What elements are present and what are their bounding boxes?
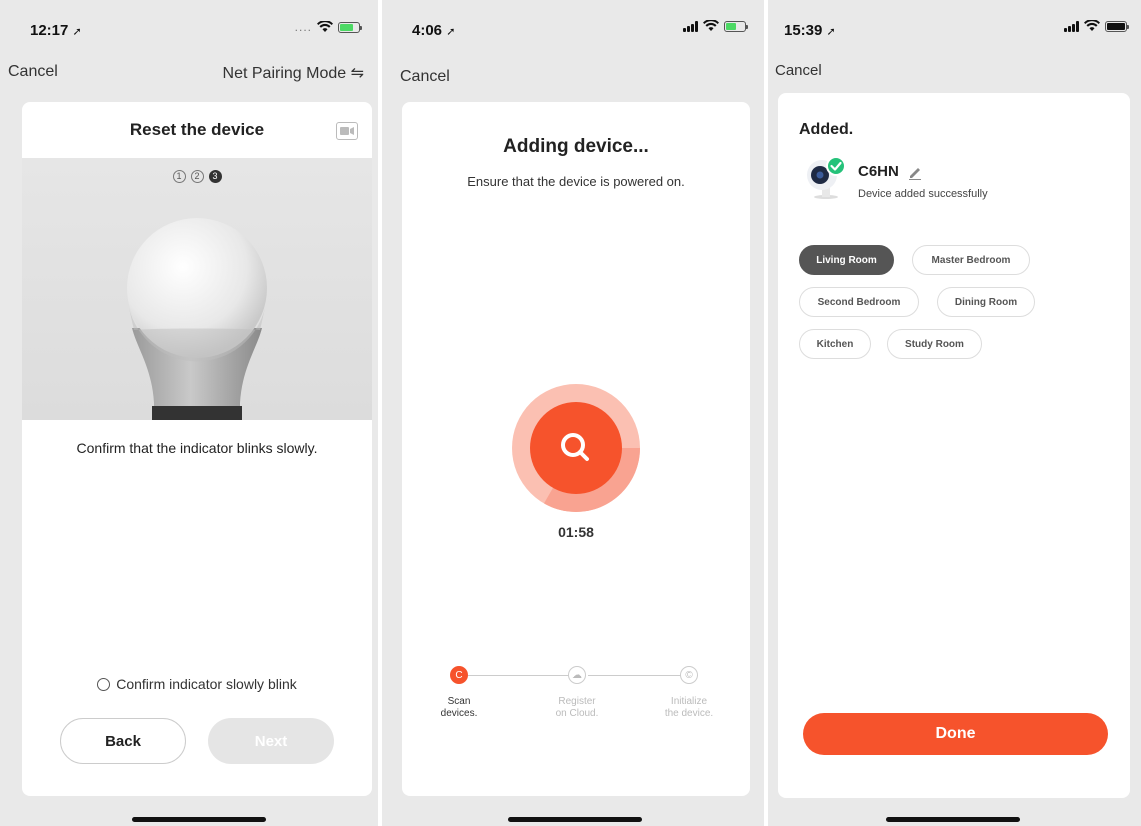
room-chip-study-room[interactable]: Study Room: [887, 329, 982, 359]
card-subtitle: Ensure that the device is powered on.: [467, 174, 685, 189]
signal-icon: [683, 20, 698, 32]
countdown-timer: 01:58: [558, 524, 594, 540]
room-chip-second-bedroom[interactable]: Second Bedroom: [799, 287, 919, 317]
progress-label-scan: Scan devices.: [440, 696, 478, 719]
battery-icon: [1105, 20, 1129, 32]
light-bulb-image: [127, 218, 267, 420]
reset-card: Reset the device 1 2 3 Confirm that the …: [22, 102, 372, 796]
status-bar: 12:17 ➚ ....: [0, 0, 378, 50]
card-title: Reset the device: [129, 120, 265, 139]
location-arrow-icon: ➚: [72, 26, 82, 38]
card-title: Adding device...: [503, 136, 649, 157]
adding-card: Adding device... Ensure that the device …: [402, 102, 750, 796]
battery-icon: [338, 21, 362, 33]
room-chip-dining-room[interactable]: Dining Room: [937, 287, 1035, 317]
cancel-button[interactable]: Cancel: [8, 63, 58, 81]
wifi-icon: [1084, 20, 1100, 31]
home-indicator: [132, 817, 266, 822]
edit-pencil-icon[interactable]: [907, 164, 923, 180]
progress-node-scan: C: [450, 666, 468, 684]
card-title: Added.: [799, 121, 854, 138]
added-card: Added. C6HN Device added successfully Li…: [778, 93, 1130, 798]
bulb-photo: 1 2 3: [22, 158, 372, 420]
radio-circle[interactable]: [97, 677, 111, 691]
signal-icon: [1064, 20, 1079, 32]
screen-adding-device: 4:06 ➚ Cancel Adding device... Ensure th…: [382, 0, 764, 826]
device-status: Device added successfully: [858, 188, 988, 200]
battery-icon: [724, 20, 748, 32]
wifi-icon: [317, 21, 333, 32]
wifi-icon: [703, 20, 719, 31]
cancel-button[interactable]: Cancel: [775, 62, 822, 79]
home-indicator: [886, 817, 1020, 822]
next-button[interactable]: Next: [208, 718, 334, 764]
device-name-row[interactable]: C6HN: [858, 163, 923, 180]
progress-label-register: Register on Cloud.: [555, 696, 599, 719]
status-time: 15:39 ➚: [784, 22, 836, 39]
room-chip-master-bedroom[interactable]: Master Bedroom: [912, 245, 1030, 275]
status-time: 4:06 ➚: [412, 22, 456, 39]
status-bar: 4:06 ➚: [382, 0, 764, 50]
status-bar: 15:39 ➚: [768, 0, 1141, 50]
cancel-button[interactable]: Cancel: [400, 68, 450, 86]
signal-dots-icon: ....: [294, 20, 312, 34]
back-button[interactable]: Back: [60, 718, 186, 764]
net-pairing-mode-button[interactable]: Net Pairing Mode ⇋: [223, 63, 364, 83]
check-badge-icon: [826, 156, 846, 176]
progress-label-initialize: Initialize the device.: [664, 696, 714, 719]
done-button[interactable]: Done: [803, 713, 1108, 755]
cloud-icon: ☁: [568, 666, 586, 684]
screen-device-added: 15:39 ➚ Cancel Added. C6HN Device added …: [768, 0, 1141, 826]
status-time: 12:17 ➚: [30, 22, 82, 39]
location-arrow-icon: ➚: [446, 26, 456, 38]
scanning-radar: [512, 384, 640, 512]
instruction-text: Confirm that the indicator blinks slowly…: [76, 440, 318, 456]
progress-line-1: [468, 675, 578, 676]
video-icon[interactable]: [336, 122, 358, 140]
confirm-label: Confirm indicator slowly blink: [116, 676, 297, 692]
camera-device-icon: [807, 156, 846, 199]
home-indicator: [508, 817, 642, 822]
room-chip-living-room[interactable]: Living Room: [799, 245, 894, 275]
progress-node-initialize: ©: [680, 666, 698, 684]
screen-reset-device: 12:17 ➚ .... Cancel Net Pairing Mode ⇋ R…: [0, 0, 378, 826]
location-arrow-icon: ➚: [826, 26, 836, 38]
device-name: C6HN: [858, 163, 899, 180]
confirm-blink-checkbox[interactable]: Confirm indicator slowly blink: [22, 676, 372, 692]
room-chip-kitchen[interactable]: Kitchen: [799, 329, 871, 359]
